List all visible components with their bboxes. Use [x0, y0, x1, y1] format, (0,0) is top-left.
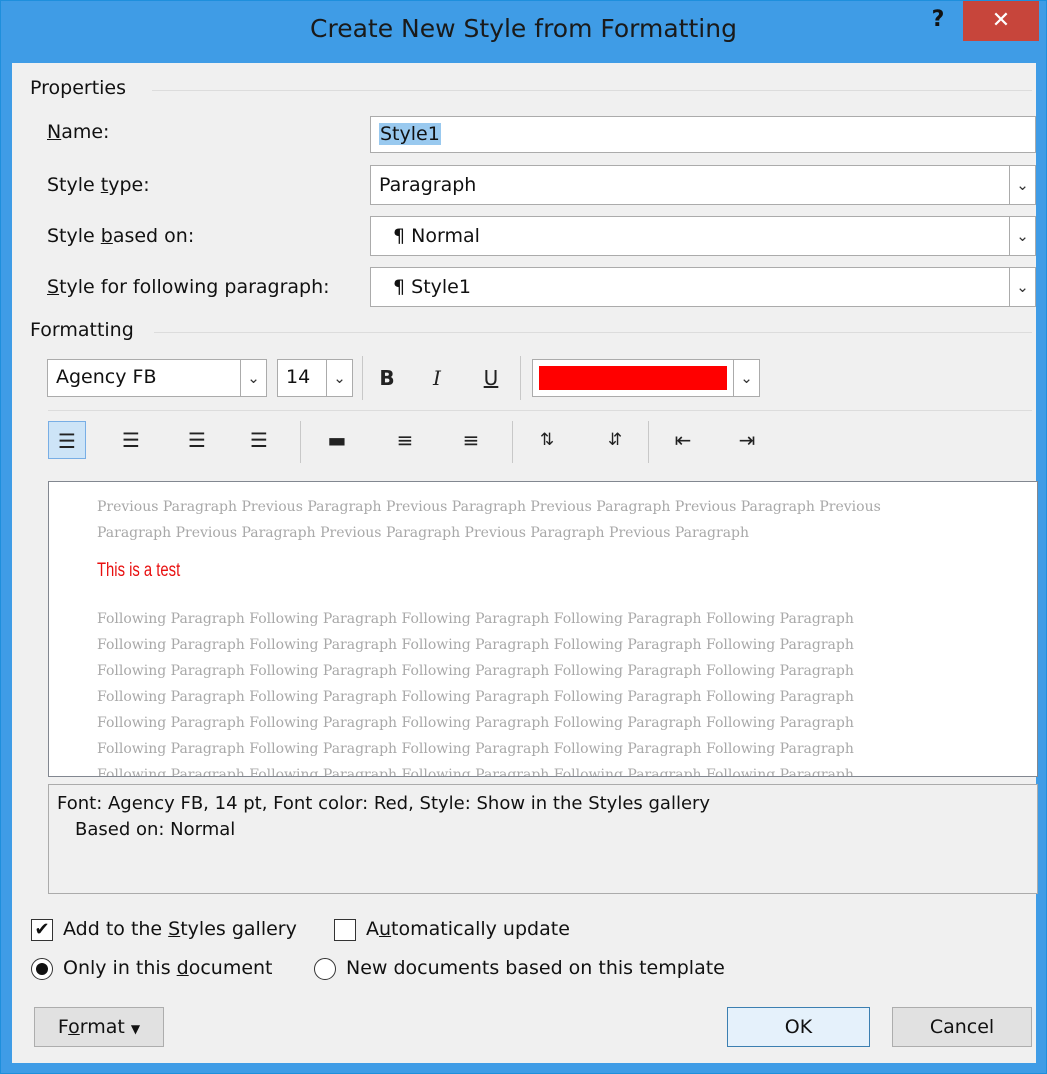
- name-input-value: Style1: [379, 123, 441, 145]
- add-to-gallery-label[interactable]: Add to the Styles gallery: [63, 918, 297, 940]
- chevron-down-icon[interactable]: ⌄: [240, 360, 266, 396]
- only-this-document-label[interactable]: Only in this document: [63, 957, 273, 979]
- decrease-indent-icon: ⇤: [674, 428, 692, 452]
- preview-following-paragraph: Following Paragraph Following Paragraph …: [97, 611, 854, 777]
- italic-button[interactable]: I: [420, 361, 454, 395]
- align-left-icon: ☰: [58, 429, 76, 453]
- preview-sample-text: This is a test: [97, 560, 181, 581]
- description-line-1: Font: Agency FB, 14 pt, Font color: Red,…: [57, 793, 711, 814]
- font-size-combo[interactable]: 14 ⌄: [277, 359, 353, 397]
- style-based-on-label: Style based on:: [47, 225, 195, 247]
- underline-button[interactable]: U: [474, 361, 508, 395]
- bold-button[interactable]: B: [370, 361, 404, 395]
- ok-button[interactable]: OK: [727, 1007, 870, 1047]
- one-half-spacing-icon: ≡: [396, 428, 414, 452]
- style-based-on-select[interactable]: ¶ Normal ⌄: [370, 216, 1036, 256]
- chevron-down-icon[interactable]: ⌄: [733, 360, 759, 396]
- double-spacing-button[interactable]: ≡: [452, 421, 490, 459]
- title-bar[interactable]: Create New Style from Formatting ? ✕: [1, 1, 1046, 63]
- style-based-on-value: Normal: [411, 225, 480, 247]
- style-type-label: Style type:: [47, 174, 150, 196]
- align-right-icon: ☰: [188, 428, 206, 452]
- align-right-button[interactable]: ☰: [178, 421, 216, 459]
- style-preview-pane: Previous Paragraph Previous Paragraph Pr…: [48, 481, 1038, 777]
- chevron-down-icon[interactable]: ⌄: [326, 360, 352, 396]
- align-center-icon: ☰: [122, 428, 140, 452]
- create-style-dialog: Create New Style from Formatting ? ✕ Pro…: [0, 0, 1047, 1074]
- increase-indent-icon: ⇥: [738, 428, 756, 452]
- toolbar-separator: [512, 421, 513, 463]
- font-color-swatch: [539, 366, 727, 390]
- close-icon: ✕: [991, 8, 1011, 33]
- new-documents-label[interactable]: New documents based on this template: [346, 957, 725, 979]
- radio-selected-icon: [36, 963, 48, 975]
- toolbar-divider: [48, 410, 1032, 411]
- single-spacing-icon: ▬: [327, 428, 347, 452]
- one-half-spacing-button[interactable]: ≡: [386, 421, 424, 459]
- preview-previous-paragraph: Previous Paragraph Previous Paragraph Pr…: [97, 499, 881, 541]
- new-documents-radio[interactable]: [314, 958, 336, 980]
- auto-update-checkbox[interactable]: [334, 919, 356, 941]
- checkmark-icon: ✔: [34, 919, 50, 940]
- formatting-group-label: Formatting: [30, 319, 134, 341]
- style-following-value: Style1: [411, 276, 471, 298]
- font-color-picker[interactable]: ⌄: [532, 359, 760, 397]
- increase-spacing-icon: ⇅: [539, 430, 555, 450]
- properties-divider: [152, 90, 1032, 91]
- name-input[interactable]: Style1: [370, 116, 1036, 153]
- increase-paragraph-spacing-button[interactable]: ⇅: [528, 421, 566, 459]
- only-this-document-radio[interactable]: [31, 958, 53, 980]
- toolbar-separator: [362, 356, 363, 400]
- toolbar-separator: [648, 421, 649, 463]
- style-type-select[interactable]: Paragraph ⌄: [370, 165, 1036, 205]
- chevron-down-icon[interactable]: ⌄: [1009, 166, 1035, 204]
- align-left-button[interactable]: ☰: [48, 421, 86, 459]
- decrease-paragraph-spacing-button[interactable]: ⇵: [596, 421, 634, 459]
- dropdown-arrow-icon: ▼: [130, 1022, 141, 1036]
- style-following-select[interactable]: ¶ Style1 ⌄: [370, 267, 1036, 307]
- toolbar-separator: [300, 421, 301, 463]
- paragraph-mark-icon: ¶: [393, 225, 406, 247]
- justify-button[interactable]: ☰: [240, 421, 278, 459]
- justify-icon: ☰: [250, 428, 268, 452]
- style-type-value: Paragraph: [379, 174, 477, 196]
- toolbar-separator: [520, 356, 521, 400]
- style-description: Font: Agency FB, 14 pt, Font color: Red,…: [48, 784, 1038, 894]
- help-button[interactable]: ?: [923, 7, 953, 37]
- font-size-value: 14: [286, 366, 311, 388]
- align-center-button[interactable]: ☰: [112, 421, 150, 459]
- properties-group-label: Properties: [30, 77, 127, 99]
- chevron-down-icon[interactable]: ⌄: [1009, 217, 1035, 255]
- cancel-button[interactable]: Cancel: [892, 1007, 1032, 1047]
- increase-indent-button[interactable]: ⇥: [728, 421, 766, 459]
- name-label: Name:: [47, 121, 110, 143]
- description-line-2: Based on: Normal: [75, 819, 236, 840]
- dialog-client-area: Properties Name: Style1 Style type: Para…: [12, 63, 1038, 1063]
- style-following-label: Style for following paragraph:: [47, 276, 330, 298]
- auto-update-label[interactable]: Automatically update: [366, 918, 570, 940]
- close-button[interactable]: ✕: [963, 1, 1039, 41]
- decrease-indent-button[interactable]: ⇤: [664, 421, 702, 459]
- font-name-value: Agency FB: [56, 366, 157, 388]
- decrease-spacing-icon: ⇵: [607, 430, 623, 450]
- font-name-combo[interactable]: Agency FB ⌄: [47, 359, 267, 397]
- chevron-down-icon[interactable]: ⌄: [1009, 268, 1035, 306]
- double-spacing-icon: ≡: [462, 428, 480, 452]
- format-button[interactable]: Format ▼: [34, 1007, 164, 1047]
- single-spacing-button[interactable]: ▬: [318, 421, 356, 459]
- paragraph-mark-icon: ¶: [393, 276, 406, 298]
- dialog-title: Create New Style from Formatting: [310, 14, 737, 43]
- add-to-gallery-checkbox[interactable]: ✔: [31, 919, 53, 941]
- formatting-divider: [154, 332, 1032, 333]
